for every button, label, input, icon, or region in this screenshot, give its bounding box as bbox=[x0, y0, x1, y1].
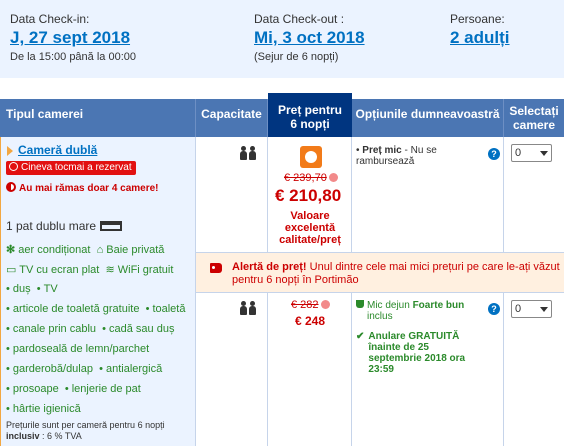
checkin-block: Data Check-in: J, 27 sept 2018 De la 15:… bbox=[10, 12, 136, 63]
checkmark-icon: ✔ bbox=[356, 331, 365, 342]
info-icon[interactable] bbox=[320, 300, 330, 309]
checkin-hours: De la 15:00 până la 00:00 bbox=[10, 51, 136, 63]
checkout-label: Data Check-out : bbox=[254, 12, 345, 26]
room-name-link[interactable]: Cameră dublă bbox=[7, 143, 97, 157]
room-quantity-select[interactable]: 0 bbox=[511, 144, 552, 162]
checkin-label: Data Check-in: bbox=[10, 12, 90, 26]
facility-item: TV cu ecran plat bbox=[19, 264, 100, 276]
help-icon[interactable]: ? bbox=[488, 303, 500, 315]
cancellation-text: Anulare GRATUITĂ înainte de 25 septembri… bbox=[368, 331, 466, 375]
facility-row: • pardoseală de lemn/parchet bbox=[6, 343, 150, 355]
option-free-cancellation: ✔ Anulare GRATUITĂ înainte de 25 septembr… bbox=[356, 331, 484, 375]
facility-item: prosoape bbox=[12, 383, 59, 395]
guests-link[interactable]: 2 adulți bbox=[450, 28, 510, 47]
facility-item: lenjerie de pat bbox=[71, 383, 141, 395]
header-select: Selectați camere bbox=[504, 99, 564, 137]
facility-row: ✻ aer condiționat ⌂ Baie privată bbox=[6, 244, 165, 256]
chevron-down-icon bbox=[540, 151, 548, 156]
facility-item: antialergică bbox=[105, 363, 163, 375]
facility-row: • articole de toaletă gratuite • toaletă bbox=[6, 303, 186, 315]
expand-triangle-icon bbox=[7, 145, 13, 156]
current-price: € 210,80 bbox=[275, 186, 342, 205]
guests-label: Persoane: bbox=[450, 12, 505, 26]
checkout-block: Data Check-out : Mi, 3 oct 2018 (Sejur d… bbox=[254, 12, 365, 63]
tv-icon: ▭ bbox=[6, 264, 20, 276]
two-persons-icon bbox=[240, 301, 258, 318]
bath-icon: ⌂ bbox=[96, 244, 107, 256]
header-select-line1: Selectați bbox=[509, 104, 559, 118]
room-table-header: Tipul camerei Capacitate Preț pentru 6 n… bbox=[0, 93, 564, 137]
price-note-line1: Prețurile sunt per cameră pentru 6 nopți bbox=[6, 420, 165, 430]
scarcity-icon bbox=[6, 182, 16, 192]
facility-item: toaletă bbox=[152, 303, 186, 315]
recently-booked-badge: Cineva tocmai a rezervat bbox=[6, 161, 136, 175]
guests-block: Persoane: 2 adulți bbox=[450, 12, 510, 47]
room-info-cell: Cameră dublă Cineva tocmai a rezervat Au… bbox=[0, 137, 196, 446]
rooms-left-warning: Au mai rămas doar 4 camere! bbox=[6, 182, 159, 194]
original-price: € 239,70 bbox=[284, 172, 338, 184]
facility-item: garderobă/dulap bbox=[12, 363, 93, 375]
option-title: Preț mic bbox=[362, 145, 402, 156]
price-alert: Alertă de preț! Unul dintre cele mai mic… bbox=[196, 253, 564, 293]
recently-booked-text: Cineva tocmai a rezervat bbox=[21, 162, 132, 173]
facility-row: • garderobă/dulap • antialergică bbox=[6, 363, 163, 375]
price-alert-title: Alertă de preț! bbox=[232, 261, 307, 273]
booking-summary: Data Check-in: J, 27 sept 2018 De la 15:… bbox=[0, 0, 564, 78]
facility-row: • prosoape • lenjerie de pat bbox=[6, 383, 141, 395]
header-room-type: Tipul camerei bbox=[0, 99, 196, 137]
facility-item: pardoseală de lemn/parchet bbox=[12, 343, 150, 355]
info-icon[interactable] bbox=[328, 173, 338, 182]
bed-text: 1 pat dublu mare bbox=[6, 219, 97, 233]
help-icon[interactable]: ? bbox=[488, 148, 500, 160]
facility-item: hârtie igienică bbox=[12, 403, 81, 415]
facility-item: TV bbox=[43, 283, 58, 295]
original-price: € 282 bbox=[291, 299, 330, 311]
alarm-clock-icon bbox=[9, 162, 18, 171]
two-persons-icon bbox=[240, 146, 258, 163]
price-alert-text: Alertă de preț! Unul dintre cele mai mic… bbox=[232, 261, 560, 287]
price-tag-icon bbox=[210, 263, 222, 273]
room-name-text: Cameră dublă bbox=[18, 143, 98, 157]
coffee-cup-icon bbox=[356, 300, 364, 308]
current-price: € 248 bbox=[295, 314, 326, 328]
facility-item: Baie privată bbox=[106, 244, 165, 256]
header-price-line2: 6 nopți bbox=[290, 117, 330, 131]
bed-info: 1 pat dublu mare bbox=[6, 219, 123, 233]
facility-item: aer condiționat bbox=[18, 244, 91, 256]
rooms-left-text: Au mai rămas doar 4 camere! bbox=[19, 183, 159, 194]
breakfast-rating: Foarte bun bbox=[412, 300, 465, 311]
facility-item: WiFi gratuit bbox=[117, 264, 174, 276]
price-note-rest: : 6 % TVA bbox=[39, 431, 82, 441]
header-options: Opțiunile dumneavoastră bbox=[352, 99, 504, 137]
facility-item: cadă sau duș bbox=[109, 323, 175, 335]
deal-icon bbox=[300, 146, 322, 168]
double-bed-icon bbox=[100, 221, 123, 231]
option-nonrefundable: • Preț mic - Nu se rambursează bbox=[356, 145, 437, 167]
header-capacity: Capacitate bbox=[196, 99, 268, 137]
facility-item: articole de toaletă gratuite bbox=[12, 303, 140, 315]
checkin-date-link[interactable]: J, 27 sept 2018 bbox=[10, 28, 136, 47]
price-note: Prețurile sunt per cameră pentru 6 nopți… bbox=[6, 420, 165, 442]
facility-item: canale prin cablu bbox=[12, 323, 97, 335]
header-select-line2: camere bbox=[512, 118, 556, 132]
facility-row: • hârtie igienică bbox=[6, 403, 81, 415]
facility-row: • canale prin cablu • cadă sau duș bbox=[6, 323, 175, 335]
room-quantity-select[interactable]: 0 bbox=[511, 300, 552, 318]
value-note: Valoare excelentă calitate/preț bbox=[279, 210, 341, 246]
checkout-date-link[interactable]: Mi, 3 oct 2018 bbox=[254, 28, 365, 47]
breakfast-text: Mic dejun bbox=[367, 300, 413, 311]
chevron-down-icon bbox=[540, 307, 548, 312]
header-price[interactable]: Preț pentru 6 nopți bbox=[268, 93, 352, 137]
price-note-bold: inclusiv bbox=[6, 431, 40, 441]
breakfast-included: inclus bbox=[367, 311, 393, 322]
wifi-icon: ≋ bbox=[105, 264, 118, 276]
facility-item: duș bbox=[12, 283, 31, 295]
facility-row: • duș • TV bbox=[6, 283, 58, 295]
stay-length: (Sejur de 6 nopți) bbox=[254, 51, 339, 63]
option-breakfast: Mic dejun Foarte bun inclus bbox=[356, 300, 484, 322]
header-price-line1: Preț pentru bbox=[277, 103, 342, 117]
facility-row: ▭ TV cu ecran plat ≋ WiFi gratuit bbox=[6, 263, 173, 276]
